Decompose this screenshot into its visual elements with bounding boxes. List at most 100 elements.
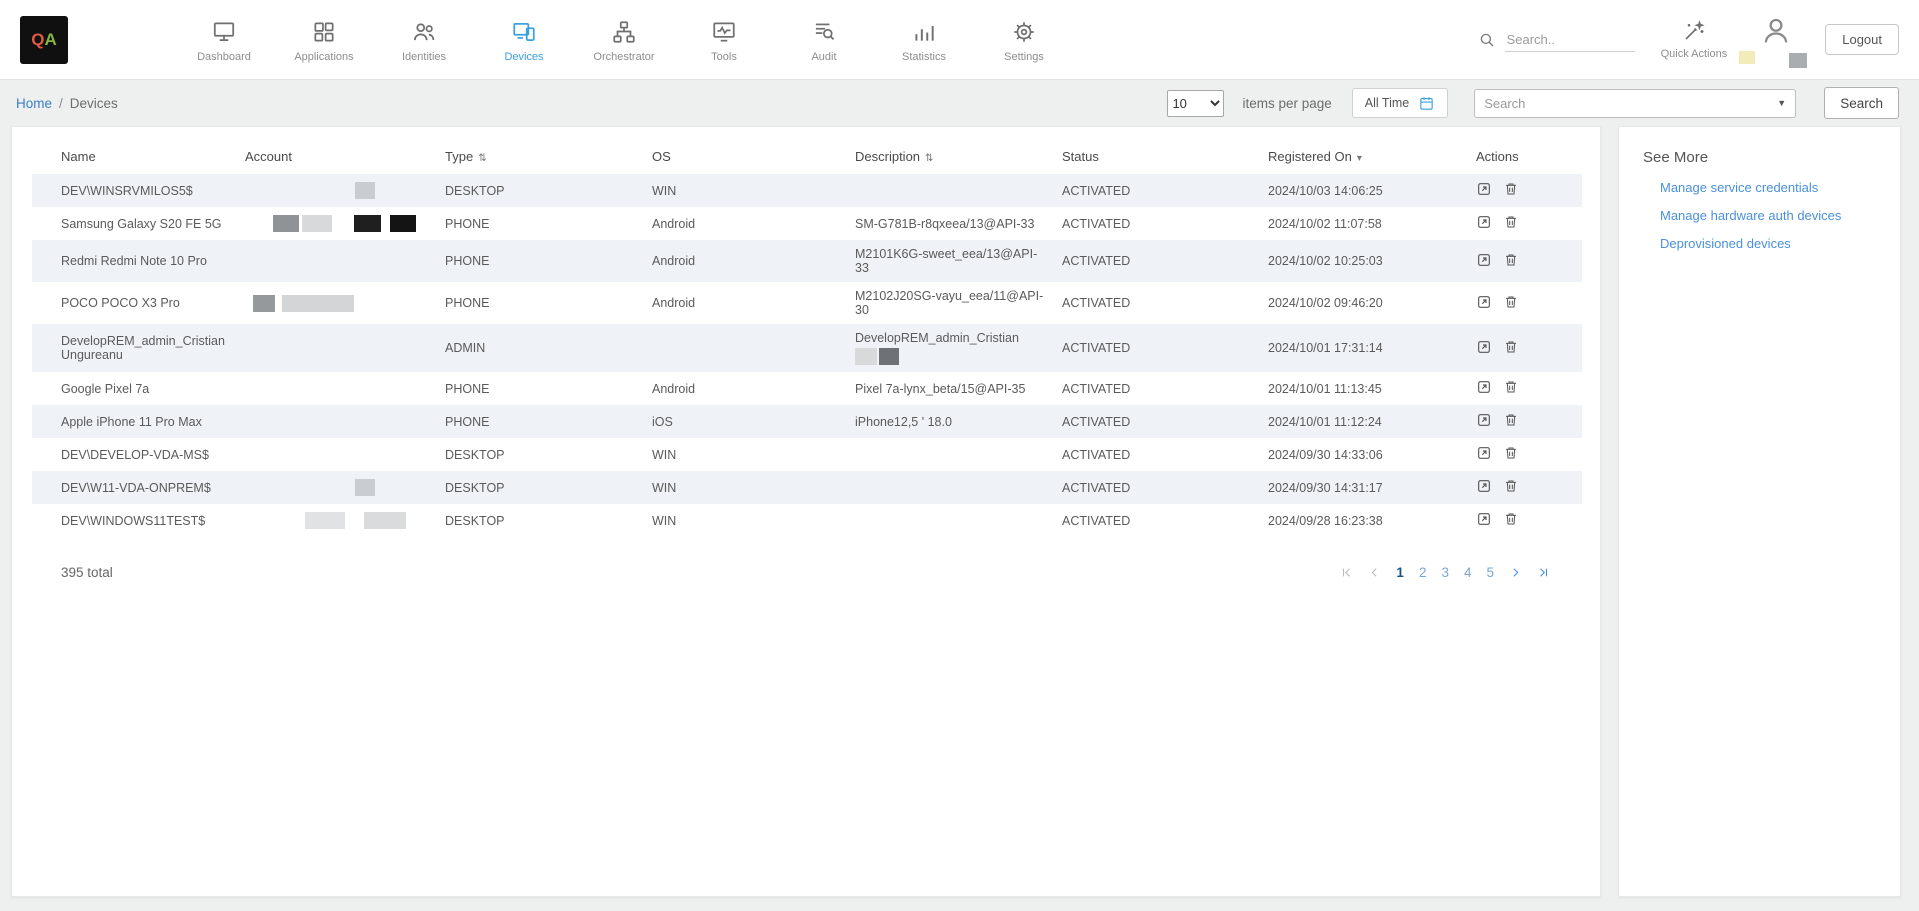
trash-icon — [1503, 412, 1519, 428]
external-link-icon — [1476, 412, 1492, 428]
delete-device-button[interactable] — [1503, 478, 1519, 494]
nav-item-applications[interactable]: Applications — [274, 16, 374, 63]
open-device-button[interactable] — [1476, 214, 1492, 230]
open-device-button[interactable] — [1476, 412, 1492, 428]
external-link-icon — [1476, 294, 1492, 310]
nav-item-settings[interactable]: Settings — [974, 16, 1074, 63]
nav-item-orchestrator[interactable]: Orchestrator — [574, 16, 674, 63]
breadcrumb-home-link[interactable]: Home — [16, 96, 52, 111]
search-button[interactable]: Search — [1824, 87, 1899, 119]
devices-icon — [511, 19, 537, 45]
filter-search-combo[interactable]: ▼ — [1474, 89, 1796, 118]
global-search-input[interactable] — [1505, 28, 1635, 52]
redacted-user-text — [1739, 51, 1755, 64]
column-header-type[interactable]: Type⇅ — [437, 139, 644, 174]
first-page-button[interactable] — [1336, 564, 1357, 581]
quick-actions-button[interactable]: Quick Actions — [1661, 19, 1728, 60]
manage-service-credentials-link[interactable]: Manage service credentials — [1660, 180, 1886, 195]
delete-device-button[interactable] — [1503, 252, 1519, 268]
open-device-button[interactable] — [1476, 339, 1492, 355]
nav-item-label: Applications — [294, 51, 353, 63]
cell-account — [237, 438, 437, 471]
column-label: Name — [61, 149, 96, 164]
sort-both-icon: ⇅ — [925, 153, 933, 164]
page-2-button[interactable]: 2 — [1415, 563, 1431, 582]
nav-item-devices[interactable]: Devices — [474, 16, 574, 63]
open-device-button[interactable] — [1476, 181, 1492, 197]
nav-item-label: Settings — [1004, 51, 1044, 63]
cell-actions — [1468, 405, 1582, 438]
delete-device-button[interactable] — [1503, 379, 1519, 395]
see-more-links: Manage service credentials Manage hardwar… — [1633, 180, 1886, 251]
cell-type: PHONE — [437, 405, 644, 438]
column-header-description[interactable]: Description⇅ — [847, 139, 1054, 174]
column-label: OS — [652, 149, 671, 164]
trash-icon — [1503, 339, 1519, 355]
table-row: Redmi Redmi Note 10 ProPHONEAndroidM2101… — [32, 240, 1582, 282]
redacted-text-block — [855, 348, 877, 365]
logout-button[interactable]: Logout — [1825, 24, 1899, 55]
cell-os: WIN — [644, 504, 847, 537]
page-size-select[interactable]: 10 — [1167, 90, 1224, 117]
column-header-registered-on[interactable]: Registered On▾ — [1260, 139, 1468, 174]
deprovisioned-devices-link[interactable]: Deprovisioned devices — [1660, 236, 1886, 251]
time-filter-label: All Time — [1365, 96, 1409, 110]
page-1-button[interactable]: 1 — [1392, 563, 1408, 582]
delete-device-button[interactable] — [1503, 412, 1519, 428]
page-3-button[interactable]: 3 — [1437, 563, 1453, 582]
nav-item-audit[interactable]: Audit — [774, 16, 874, 63]
next-page-button[interactable] — [1505, 564, 1526, 581]
delete-device-button[interactable] — [1503, 181, 1519, 197]
open-device-button[interactable] — [1476, 445, 1492, 461]
cell-os: WIN — [644, 471, 847, 504]
open-device-button[interactable] — [1476, 511, 1492, 527]
delete-device-button[interactable] — [1503, 294, 1519, 310]
devices-table: NameAccountType⇅OSDescription⇅StatusRegi… — [32, 139, 1582, 537]
time-filter-button[interactable]: All Time — [1352, 88, 1448, 118]
trash-icon — [1503, 445, 1519, 461]
chevron-down-icon[interactable]: ▼ — [1777, 99, 1786, 108]
page-5-button[interactable]: 5 — [1482, 563, 1498, 582]
delete-device-button[interactable] — [1503, 214, 1519, 230]
delete-device-button[interactable] — [1503, 511, 1519, 527]
delete-device-button[interactable] — [1503, 445, 1519, 461]
cell-registered-on: 2024/10/01 11:13:45 — [1260, 372, 1468, 405]
cell-description — [847, 174, 1054, 207]
cell-type: PHONE — [437, 282, 644, 324]
manage-hardware-auth-devices-link[interactable]: Manage hardware auth devices — [1660, 208, 1886, 223]
open-device-button[interactable] — [1476, 478, 1492, 494]
page-4-button[interactable]: 4 — [1460, 563, 1476, 582]
tools-icon — [711, 19, 737, 45]
filter-search-input[interactable] — [1484, 96, 1777, 111]
statistics-icon — [911, 19, 937, 45]
cell-actions — [1468, 174, 1582, 207]
description-text: M2101K6G-sweet_eea/13@API-33 — [855, 247, 1046, 275]
nav-item-tools[interactable]: Tools — [674, 16, 774, 63]
nav-item-identities[interactable]: Identities — [374, 16, 474, 63]
cell-registered-on: 2024/09/30 14:33:06 — [1260, 438, 1468, 471]
nav-item-label: Dashboard — [197, 51, 251, 63]
nav-item-dashboard[interactable]: Dashboard — [174, 16, 274, 63]
delete-device-button[interactable] — [1503, 339, 1519, 355]
cell-status: ACTIVATED — [1054, 207, 1260, 240]
cell-name: DEV\W11-VDA-ONPREM$ — [32, 471, 237, 504]
open-device-button[interactable] — [1476, 379, 1492, 395]
cell-name: DEV\WINSRVMILOS5$ — [32, 174, 237, 207]
app-logo[interactable]: QA — [20, 16, 68, 64]
cell-actions — [1468, 207, 1582, 240]
open-device-button[interactable] — [1476, 252, 1492, 268]
last-page-button[interactable] — [1533, 564, 1554, 581]
trash-icon — [1503, 379, 1519, 395]
table-row: DEV\WINDOWS11TEST$DESKTOPWINACTIVATED202… — [32, 504, 1582, 537]
cell-account — [237, 282, 437, 324]
quick-actions-label: Quick Actions — [1661, 48, 1728, 60]
nav-item-statistics[interactable]: Statistics — [874, 16, 974, 63]
devices-table-card: NameAccountType⇅OSDescription⇅StatusRegi… — [11, 126, 1601, 897]
cell-name: DEV\DEVELOP-VDA-MS$ — [32, 438, 237, 471]
column-header-name: Name — [32, 139, 237, 174]
prev-page-button[interactable] — [1364, 564, 1385, 581]
wand-icon — [1682, 19, 1706, 43]
breadcrumb: Home / Devices — [16, 96, 118, 111]
open-device-button[interactable] — [1476, 294, 1492, 310]
user-menu[interactable] — [1753, 12, 1799, 68]
